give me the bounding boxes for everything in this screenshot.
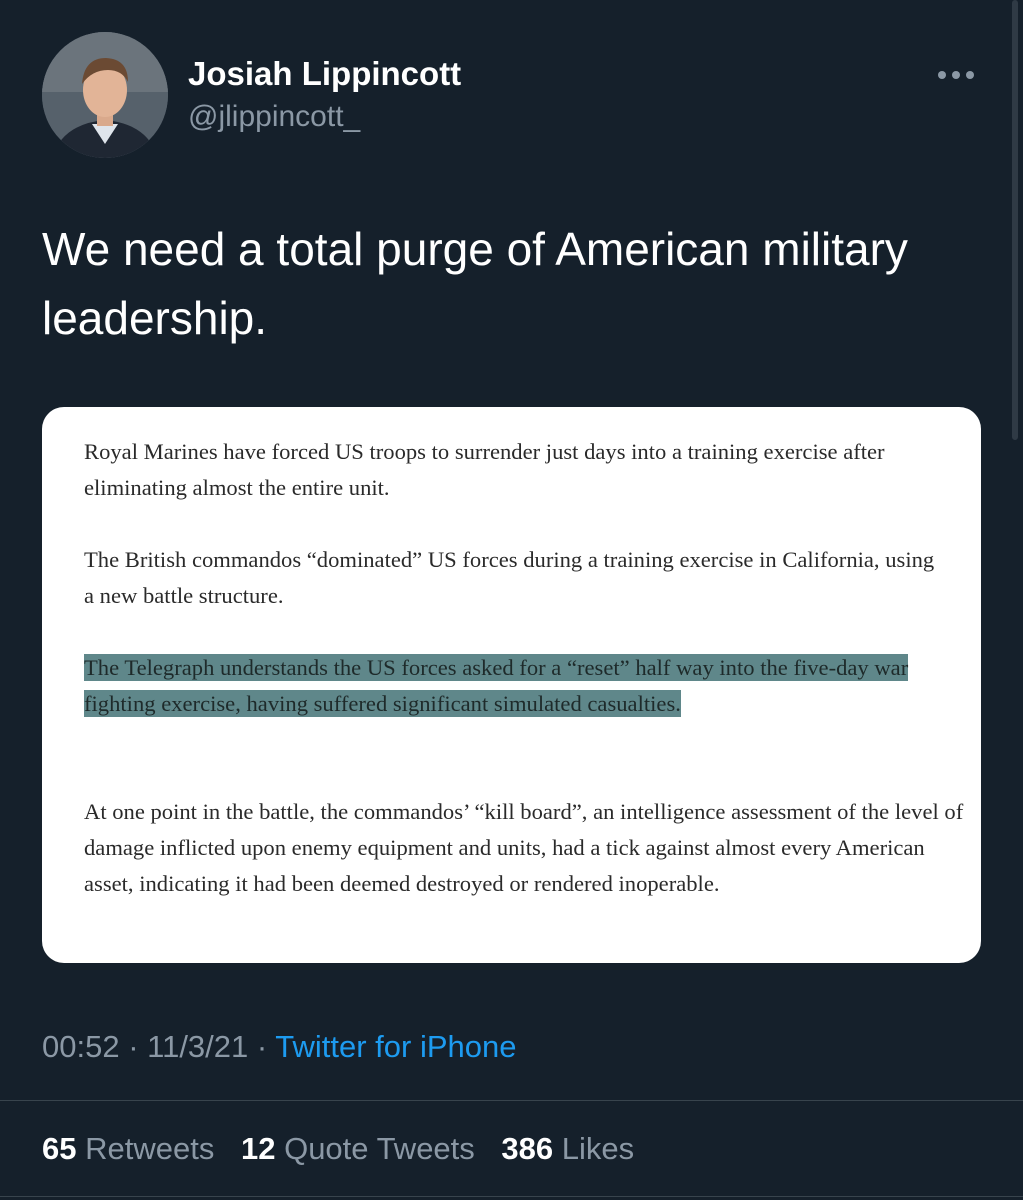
avatar-image [42,32,168,158]
author-handle[interactable]: @jlippincott_ [188,98,360,136]
article-screenshot-card[interactable]: Royal Marines have forced US troops to s… [42,407,981,963]
tweet-text: We need a total purge of American milita… [42,223,908,344]
meta-separator: · [248,1029,276,1064]
quote-tweets-label: Quote Tweets [284,1131,475,1166]
meta-separator: · [119,1029,148,1064]
article-paragraph-2: The British commandos “dominated” US for… [84,547,935,608]
divider [0,1100,1023,1101]
likes-count: 386 [501,1131,554,1166]
highlighted-text: The Telegraph understands the US forces … [84,654,909,717]
article-paragraph-3: The Telegraph understands the US forces … [84,650,954,722]
article-paragraph-1: Royal Marines have forced US troops to s… [84,439,885,500]
author-name[interactable]: Josiah Lippincott [188,54,461,94]
quote-tweets-stat[interactable]: 12 Quote Tweets [241,1131,475,1166]
retweets-stat[interactable]: 65 Retweets [42,1131,214,1166]
scrollbar[interactable] [1012,0,1018,440]
article-paragraph-4: At one point in the battle, the commando… [84,799,964,896]
likes-label: Likes [561,1131,635,1166]
tweet-metadata: 00:52 · 11/3/21 · Twitter for iPhone [42,1026,517,1068]
divider [0,1196,1023,1197]
quote-tweets-count: 12 [240,1131,276,1166]
tweet-stats: 65 Retweets 12 Quote Tweets 386 Likes [42,1128,652,1170]
tweet-source-link[interactable]: Twitter for iPhone [275,1029,516,1064]
more-horizontal-icon [938,71,974,79]
likes-stat[interactable]: 386 Likes [501,1131,634,1166]
retweets-label: Retweets [85,1131,215,1166]
tweet-date[interactable]: 11/3/21 [147,1029,248,1064]
tweet-time[interactable]: 00:52 [42,1029,120,1064]
retweets-count: 65 [42,1131,77,1166]
avatar[interactable] [42,32,168,158]
more-options-button[interactable] [930,58,982,92]
